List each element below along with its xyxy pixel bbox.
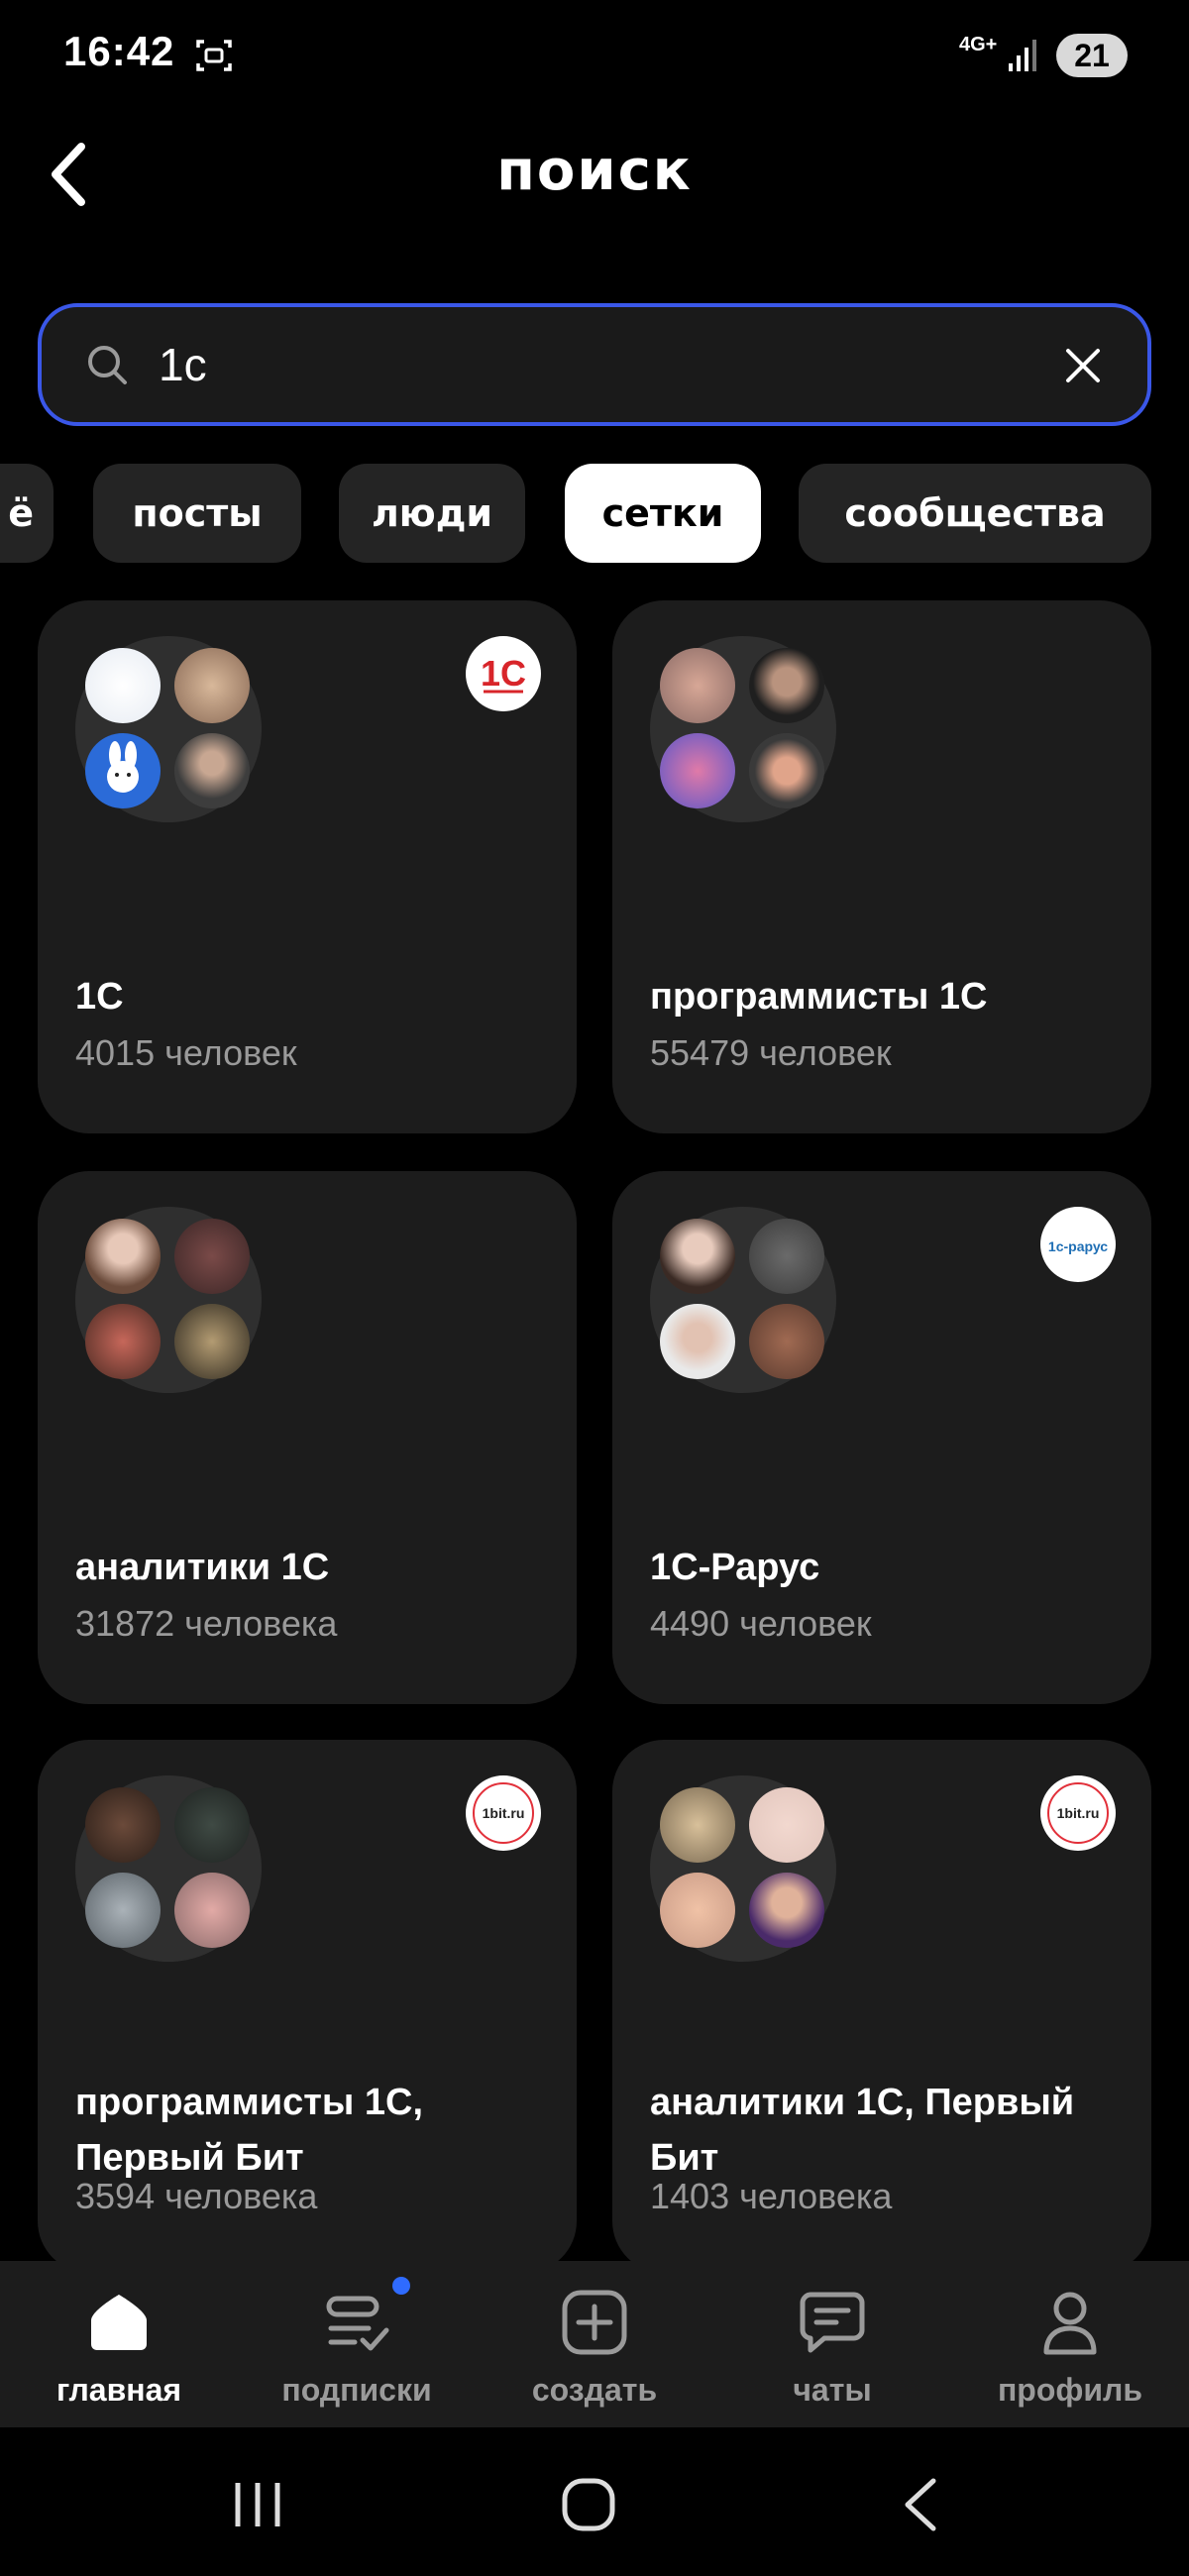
card-title: 1С-Рарус bbox=[650, 1547, 820, 1588]
avatar bbox=[174, 1873, 250, 1948]
profile-icon bbox=[1043, 2292, 1097, 2355]
svg-text:1с-рарус: 1с-рарус bbox=[1048, 1238, 1108, 1254]
recent-apps-icon[interactable] bbox=[228, 2475, 287, 2534]
chip-networks[interactable]: сетки bbox=[565, 464, 761, 563]
avatar bbox=[174, 1304, 250, 1379]
avatar bbox=[85, 1219, 161, 1294]
chip-posts[interactable]: посты bbox=[93, 464, 301, 563]
member-avatars bbox=[75, 1775, 262, 1962]
avatar bbox=[174, 1219, 250, 1294]
chip-communities[interactable]: сообщества bbox=[799, 464, 1151, 563]
avatar bbox=[749, 1304, 824, 1379]
avatar bbox=[174, 1787, 250, 1863]
svg-text:1С: 1С bbox=[481, 653, 526, 694]
1c-rarus-logo: 1с-рарус bbox=[1040, 1207, 1116, 1282]
avatar bbox=[85, 733, 161, 808]
member-avatars bbox=[75, 636, 262, 822]
rabbit-icon bbox=[107, 741, 139, 793]
search-icon bbox=[88, 346, 127, 384]
avatar bbox=[749, 733, 824, 808]
avatar bbox=[660, 1304, 735, 1379]
avatar bbox=[660, 1219, 735, 1294]
search-input[interactable] bbox=[159, 333, 1030, 396]
home-icon bbox=[91, 2295, 147, 2350]
card-member-count: 4490 человек bbox=[650, 1603, 872, 1644]
member-avatars bbox=[75, 1207, 262, 1393]
avatar bbox=[85, 1787, 161, 1863]
card-member-count: 55479 человек bbox=[650, 1032, 892, 1073]
signal-icon bbox=[1009, 40, 1036, 71]
avatar bbox=[85, 1873, 161, 1948]
clear-icon[interactable] bbox=[1064, 347, 1102, 384]
nav-create[interactable]: создать bbox=[476, 2261, 713, 2427]
card-member-count: 4015 человек bbox=[75, 1032, 297, 1073]
network-card[interactable]: аналитики 1С 31872 человека bbox=[38, 1171, 577, 1704]
1c-logo: 1С bbox=[466, 636, 541, 711]
status-time: 16:42 bbox=[63, 28, 175, 74]
chip-people[interactable]: люди bbox=[339, 464, 525, 563]
chip-all[interactable]: ё bbox=[0, 464, 54, 563]
battery-indicator: 21 bbox=[1056, 34, 1128, 77]
filter-chips: ё посты люди сетки сообщества bbox=[0, 464, 1189, 565]
avatar bbox=[749, 1219, 824, 1294]
search-field[interactable] bbox=[38, 303, 1151, 426]
nav-label: создать bbox=[531, 2372, 658, 2408]
create-icon bbox=[562, 2290, 627, 2355]
avatar bbox=[749, 648, 824, 723]
network-card[interactable]: 1с-рарус 1С-Рарус 4490 человек bbox=[612, 1171, 1151, 1704]
card-title: программисты 1С, Первый Бит bbox=[75, 2082, 424, 2179]
avatar bbox=[660, 648, 735, 723]
svg-text:1bit.ru: 1bit.ru bbox=[483, 1805, 525, 1821]
chat-icon bbox=[800, 2292, 865, 2353]
avatar bbox=[85, 1304, 161, 1379]
nav-label: чаты bbox=[793, 2372, 872, 2408]
member-avatars bbox=[650, 1775, 836, 1962]
status-bar: 16:42 4G+ 21 bbox=[0, 0, 1189, 109]
card-title: аналитики 1С bbox=[75, 1547, 330, 1588]
subscriptions-icon bbox=[326, 2296, 389, 2351]
1bit-logo: 1bit.ru bbox=[1040, 1775, 1116, 1851]
member-avatars bbox=[650, 1207, 836, 1393]
avatar bbox=[174, 648, 250, 723]
system-back-icon[interactable] bbox=[894, 2475, 953, 2534]
avatar bbox=[660, 1873, 735, 1948]
system-navigation bbox=[0, 2427, 1189, 2576]
member-avatars bbox=[650, 636, 836, 822]
nav-chats[interactable]: чаты bbox=[713, 2261, 951, 2427]
screenshot-icon bbox=[196, 40, 232, 71]
avatar bbox=[174, 733, 250, 808]
svg-text:1bit.ru: 1bit.ru bbox=[1057, 1805, 1100, 1821]
nav-profile[interactable]: профиль bbox=[951, 2261, 1189, 2427]
card-title: программисты 1С bbox=[650, 976, 988, 1018]
page-title: поиск bbox=[496, 139, 693, 203]
network-card[interactable]: программисты 1С 55479 человек bbox=[612, 600, 1151, 1133]
card-title: 1С bbox=[75, 976, 124, 1018]
1bit-logo: 1bit.ru bbox=[466, 1775, 541, 1851]
network-label: 4G+ bbox=[959, 34, 998, 55]
nav-label: главная bbox=[55, 2372, 182, 2408]
nav-home[interactable]: главная bbox=[0, 2261, 238, 2427]
card-member-count: 31872 человека bbox=[75, 1603, 338, 1644]
nav-label: профиль bbox=[997, 2372, 1143, 2408]
network-card[interactable]: 1bit.ru аналитики 1С, Первый Бит 1403 че… bbox=[612, 1740, 1151, 2273]
card-member-count: 1403 человека bbox=[650, 2176, 893, 2216]
nav-subscriptions[interactable]: подписки bbox=[238, 2261, 476, 2427]
card-member-count: 3594 человека bbox=[75, 2176, 318, 2216]
avatar bbox=[85, 648, 161, 723]
nav-label: подписки bbox=[281, 2372, 432, 2408]
home-button-icon[interactable] bbox=[559, 2475, 618, 2534]
card-title: аналитики 1С, Первый Бит bbox=[650, 2082, 1075, 2179]
avatar bbox=[660, 733, 735, 808]
network-card[interactable]: 1bit.ru программисты 1С, Первый Бит 3594… bbox=[38, 1740, 577, 2273]
avatar bbox=[749, 1873, 824, 1948]
network-card[interactable]: 1С 1С 4015 человек bbox=[38, 600, 577, 1133]
notification-badge bbox=[392, 2277, 410, 2295]
avatar bbox=[749, 1787, 824, 1863]
bottom-navigation: главная подписки создать чаты профиль bbox=[0, 2261, 1189, 2427]
avatar bbox=[660, 1787, 735, 1863]
